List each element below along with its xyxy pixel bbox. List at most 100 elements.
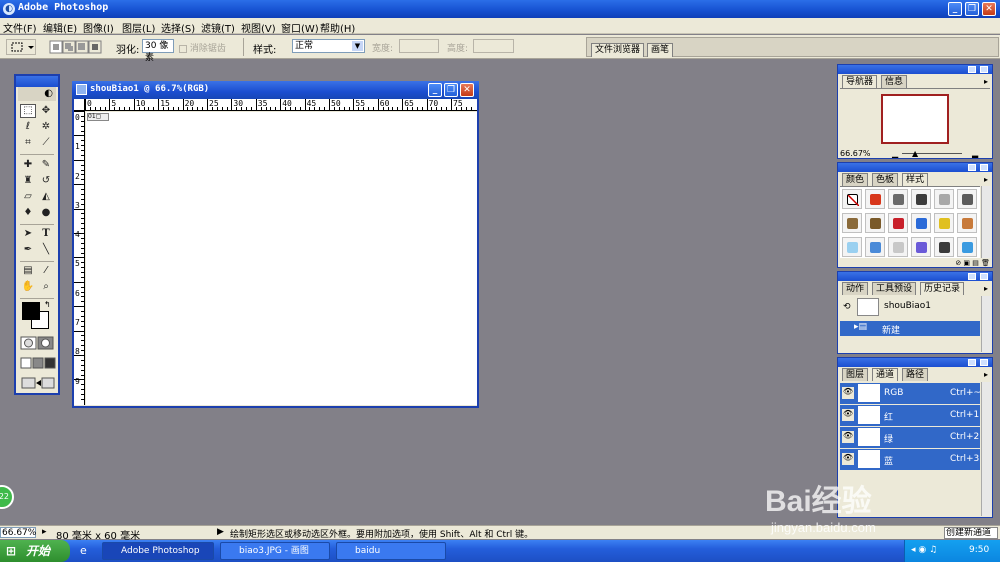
panel-close-icon[interactable] [980, 66, 988, 73]
swap-colors-icon[interactable]: ↰ [44, 300, 51, 309]
panel-minimize-icon[interactable] [968, 66, 976, 73]
style-swatch[interactable] [842, 189, 862, 209]
style-swatch[interactable] [888, 189, 908, 209]
quick-launch-ie-icon[interactable]: e [80, 544, 87, 557]
pen-tool-icon[interactable]: ✒ [20, 243, 36, 257]
style-swatch[interactable] [934, 189, 954, 209]
canvas[interactable]: 01▢ [86, 112, 477, 405]
tab-info[interactable]: 信息 [881, 75, 908, 88]
styles-footer-icons[interactable]: ⊘ ▣ ▤ 🗑 [840, 259, 990, 267]
line-tool-icon[interactable]: ╲ [38, 243, 54, 257]
panel-menu-icon[interactable]: ▸ [984, 77, 988, 86]
task-photoshop[interactable]: Adobe Photoshop [102, 542, 214, 560]
style-swatch[interactable] [934, 237, 954, 257]
move-tool-icon[interactable]: ✥ [38, 104, 54, 118]
height-input[interactable] [473, 39, 514, 53]
vertical-ruler[interactable]: 0 1 2 3 4 5 6 7 8 9 [74, 111, 85, 405]
panel-minimize-icon[interactable] [968, 273, 976, 280]
channels-panel-titlebar[interactable] [838, 358, 992, 367]
selection-mode-icons[interactable] [49, 40, 104, 54]
tab-navigator[interactable]: 导航器 [842, 75, 878, 88]
styles-scrollbar[interactable] [981, 186, 991, 258]
tab-swatches[interactable]: 色板 [872, 173, 899, 186]
quick-mask-icons[interactable] [20, 336, 54, 350]
adobe-feather-icon[interactable]: ◐ [18, 87, 56, 101]
horizontal-ruler[interactable]: 0 5 10 15 20 25 30 35 40 45 50 55 60 65 70 75 [85, 99, 477, 111]
style-swatch[interactable] [911, 189, 931, 209]
start-button[interactable]: ⊞ 开始 [0, 540, 70, 562]
history-brush-tool-icon[interactable]: ↺ [38, 174, 54, 188]
channel-row[interactable]: 👁 RGB Ctrl+~ [840, 383, 981, 404]
tab-color[interactable]: 颜色 [842, 173, 869, 186]
clone-stamp-tool-icon[interactable]: ♜ [20, 174, 36, 188]
panel-close-icon[interactable] [980, 273, 988, 280]
tab-tool-presets[interactable]: 工具预设 [872, 282, 917, 295]
tray-icons[interactable]: ◂ ◉ ♫ [911, 545, 937, 555]
type-tool-icon[interactable]: T [38, 227, 54, 241]
jump-to-imageready-button[interactable] [20, 376, 56, 390]
close-button[interactable]: ✕ [982, 2, 996, 16]
eyedropper-tool-icon[interactable]: ⁄ [38, 264, 54, 278]
menu-window[interactable]: 窗口(W) [281, 20, 319, 35]
eye-icon[interactable]: 👁 [842, 409, 854, 421]
style-swatch[interactable] [934, 213, 954, 233]
status-doc-size-arrow-icon[interactable]: ▸ [42, 527, 47, 537]
menu-view[interactable]: 视图(V) [241, 20, 276, 35]
screen-mode-icons[interactable] [20, 356, 56, 370]
tab-brushes[interactable]: 画笔 [647, 43, 674, 57]
menu-help[interactable]: 帮助(H) [320, 20, 355, 35]
panel-minimize-icon[interactable] [968, 359, 976, 366]
channels-scrollbar[interactable] [981, 382, 991, 516]
tool-palette-titlebar[interactable] [16, 76, 58, 87]
style-swatch[interactable] [842, 237, 862, 257]
style-swatch[interactable] [957, 237, 977, 257]
panel-close-icon[interactable] [980, 359, 988, 366]
menu-file[interactable]: 文件(F) [3, 20, 37, 35]
doc-maximize-button[interactable]: ❐ [444, 83, 458, 97]
menu-select[interactable]: 选择(S) [161, 20, 195, 35]
style-swatch[interactable] [957, 189, 977, 209]
task-paint[interactable]: biao3.JPG - 画图 [220, 542, 330, 560]
panel-close-icon[interactable] [980, 164, 988, 171]
clock[interactable]: 9:50 [969, 545, 989, 555]
tab-styles[interactable]: 样式 [902, 173, 929, 186]
menu-image[interactable]: 图像(I) [83, 20, 114, 35]
zoom-slider-thumb[interactable]: ▲ [912, 149, 918, 158]
style-swatch[interactable] [842, 213, 862, 233]
panel-minimize-icon[interactable] [968, 164, 976, 171]
notification-badge[interactable]: 22 [0, 485, 14, 509]
tab-paths[interactable]: 路径 [902, 368, 929, 381]
notes-tool-icon[interactable]: ▤ [20, 264, 36, 278]
document-title-bar[interactable]: shouBiao1 @ 66.7%(RGB) _ ❐ ✕ [72, 81, 479, 99]
magic-wand-tool-icon[interactable]: ✲ [38, 120, 54, 134]
feather-input[interactable]: 30 像素 [142, 39, 174, 63]
doc-close-button[interactable]: ✕ [460, 83, 474, 97]
paint-bucket-tool-icon[interactable]: ◭ [38, 190, 54, 204]
navigator-zoom[interactable]: 66.67% [840, 149, 871, 158]
dodge-tool-icon[interactable]: ● [38, 206, 54, 220]
zoom-in-icon[interactable]: ▂ [972, 149, 978, 158]
task-baidu-folder[interactable]: baidu [336, 542, 446, 560]
menu-layer[interactable]: 图层(L) [122, 20, 155, 35]
style-swatch[interactable] [888, 213, 908, 233]
width-input[interactable] [399, 39, 439, 53]
blur-tool-icon[interactable]: ♦ [20, 206, 36, 220]
lasso-tool-icon[interactable]: ℓ [20, 120, 36, 134]
menu-filter[interactable]: 滤镜(T) [201, 20, 235, 35]
eye-icon[interactable]: 👁 [842, 453, 854, 465]
history-step-row[interactable]: ▸▤ 新建 [840, 321, 980, 336]
crop-tool-icon[interactable]: ⌗ [20, 136, 36, 150]
tab-file-browser[interactable]: 文件浏览器 [591, 43, 645, 57]
style-swatch[interactable] [865, 213, 885, 233]
tab-channels[interactable]: 通道 [872, 368, 899, 381]
brush-tool-icon[interactable]: ✎ [38, 158, 54, 172]
navigator-view-box[interactable] [881, 94, 949, 144]
path-selection-tool-icon[interactable]: ➤ [20, 227, 36, 241]
eye-icon[interactable]: 👁 [842, 387, 854, 399]
tab-actions[interactable]: 动作 [842, 282, 869, 295]
style-swatch[interactable] [911, 237, 931, 257]
channel-row[interactable]: 👁 绿 Ctrl+2 [840, 427, 980, 448]
slice-tool-icon[interactable]: ⟋ [38, 136, 54, 150]
menu-edit[interactable]: 编辑(E) [43, 20, 77, 35]
zoom-tool-icon[interactable]: ⌕ [38, 280, 54, 294]
